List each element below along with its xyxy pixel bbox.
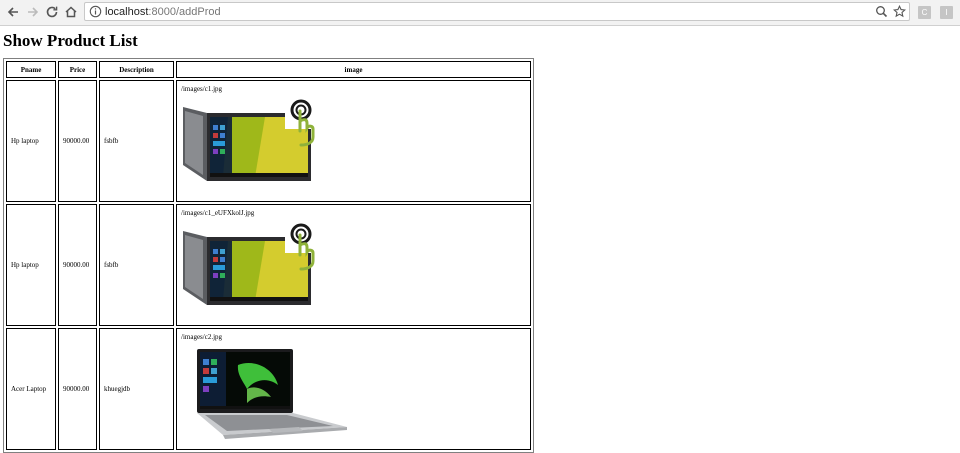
cell-price: 90000.00 [58,328,97,450]
home-button[interactable] [61,2,81,22]
header-price: Price [58,61,97,78]
cell-description: khuegjdb [99,328,174,450]
forward-button[interactable] [23,2,43,22]
extension-c-button[interactable]: C [918,6,931,19]
extension-i-label: I [945,8,948,17]
header-description: Description [99,61,174,78]
laptop-image [197,349,347,439]
address-bar[interactable]: localhost:8000/addProd [84,2,910,21]
star-icon[interactable] [893,5,906,18]
reload-icon [46,6,58,18]
image-path: /images/c1.jpg [181,85,223,93]
laptop-2in1-image [183,99,315,181]
url-path: :8000/addProd [148,6,221,18]
url-host: localhost [105,6,149,18]
cell-description: fsbfb [99,80,174,202]
header-image: image [176,61,531,78]
cell-pname: Hp laptop [6,80,56,202]
table-row: Hp laptop 90000.00 fsbfb /images/c1_eUFX… [6,204,531,326]
table-row: Acer Laptop 90000.00 khuegjdb /images/c2… [6,328,531,450]
table-row: Hp laptop 90000.00 fsbfb /images/c1.jpg [6,80,531,202]
arrow-right-icon [28,7,39,17]
laptop-2in1-image [183,223,315,305]
page-title: Show Product List [3,31,138,50]
cell-image: /images/c1_eUFXkolJ.jpg [176,204,531,326]
cell-pname: Acer Laptop [6,328,56,450]
home-icon [65,6,77,18]
header-pname: Pname [6,61,56,78]
cell-image: /images/c2.jpg [176,328,531,450]
info-icon [89,5,102,18]
cell-image: /images/c1.jpg [176,80,531,202]
zoom-icon[interactable] [875,5,888,18]
cell-description: fsbfb [99,204,174,326]
cell-price: 90000.00 [58,80,97,202]
back-button[interactable] [3,2,23,22]
cell-pname: Hp laptop [6,204,56,326]
cell-price: 90000.00 [58,204,97,326]
extension-c-label: C [921,8,928,17]
product-table: Pname Price Description image Hp laptop … [3,58,534,453]
extension-i-button[interactable]: I [940,6,953,19]
browser-toolbar: localhost:8000/addProd C I [0,0,960,26]
reload-button[interactable] [42,2,62,22]
image-path: /images/c1_eUFXkolJ.jpg [181,209,255,217]
url-text[interactable]: localhost:8000/addProd [105,4,221,21]
table-header-row: Pname Price Description image [6,61,531,78]
arrow-left-icon [7,7,18,17]
image-path: /images/c2.jpg [181,333,223,341]
